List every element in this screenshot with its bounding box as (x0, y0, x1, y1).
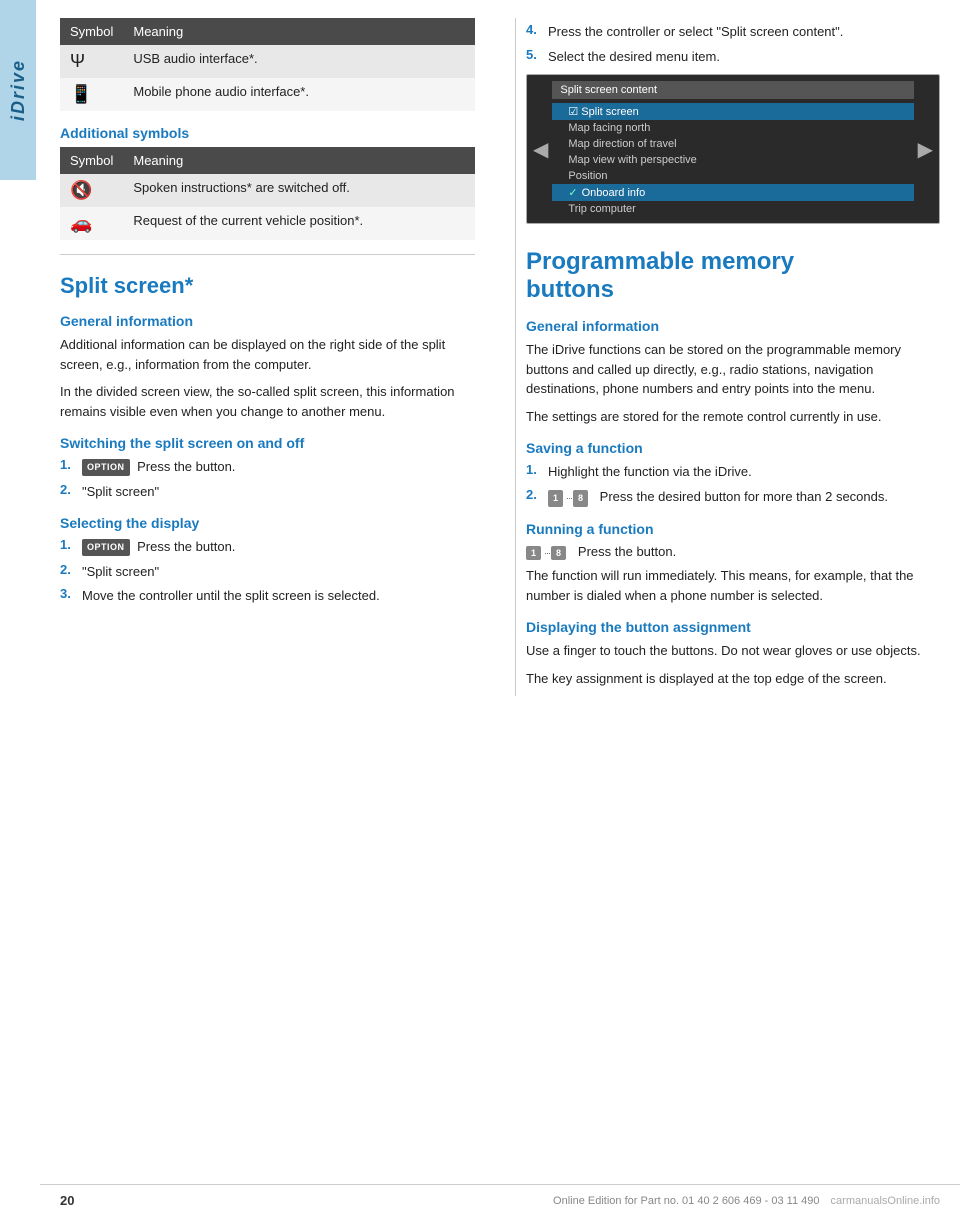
saving-step-1: 1. Highlight the function via the iDrive… (526, 462, 940, 482)
screenshot-box: ◀ Split screen content ☑ Split screen Ma… (526, 74, 940, 224)
running-text1: Press the button. (578, 544, 676, 559)
idrive-tab: iDrive (0, 0, 36, 180)
right-step-5: 5. Select the desired menu item. (526, 47, 940, 67)
step-text-r4: Press the controller or select "Split sc… (548, 22, 940, 42)
col-meaning-2: Meaning (123, 147, 475, 174)
selecting-step-3: 3. Move the controller until the split s… (60, 586, 475, 606)
screenshot-item-split: ☑ Split screen (552, 103, 913, 120)
col-meaning-1: Meaning (123, 18, 475, 45)
table-row: Ψ USB audio interface*. (60, 45, 475, 78)
saving-step-2: 2. 1 ··· 8 Press the desired button for … (526, 487, 940, 508)
step-num-sel1: 1. (60, 537, 78, 552)
check-icon: ✓ (568, 186, 577, 199)
step-text-s2: 1 ··· 8 Press the desired button for mor… (548, 487, 940, 508)
running-text2: The function will run immediately. This … (526, 566, 940, 605)
additional-symbols-label: Additional symbols (60, 125, 475, 141)
mem-btn-group-save: 1 ··· 8 (548, 490, 590, 508)
symbols-table-2: Symbol Meaning 🔇 Spoken instructions* ar… (60, 147, 475, 240)
mem-dots: ··· (566, 492, 572, 506)
step-num-r4: 4. (526, 22, 544, 37)
general-info2-text2: The settings are stored for the remote c… (526, 407, 940, 427)
mem-dots-run: ··· (544, 548, 550, 558)
right-column: 4. Press the controller or select "Split… (515, 18, 940, 696)
meaning-usb: USB audio interface*. (123, 45, 475, 78)
meaning-nospeaker: Spoken instructions* are switched off. (123, 174, 475, 207)
symbol-nospeaker: 🔇 (60, 174, 123, 207)
screenshot-item-onboard: ✓ Onboard info (552, 184, 913, 201)
step-text-sel2: "Split screen" (82, 562, 475, 582)
symbols-table-1: Symbol Meaning Ψ USB audio interface*. 📱… (60, 18, 475, 111)
mem-btn-group-run: 1 ··· 8 (526, 546, 568, 560)
saving-label: Saving a function (526, 440, 940, 456)
col-symbol-2: Symbol (60, 147, 123, 174)
page-number: 20 (60, 1193, 74, 1208)
switching-step-1: 1. OPTION Press the button. (60, 457, 475, 477)
general-info-label-left: General information (60, 313, 475, 329)
selecting-step-1: 1. OPTION Press the button. (60, 537, 475, 557)
general-info-text2: In the divided screen view, the so-calle… (60, 382, 475, 421)
step-text-sel1: OPTION Press the button. (82, 537, 475, 557)
step-num-sw2: 2. (60, 482, 78, 497)
onboard-text: Onboard info (582, 187, 646, 199)
step-num-sel3: 3. (60, 586, 78, 601)
running-icon-row: 1 ··· 8 Press the button. (526, 543, 940, 560)
split-screen-title: Split screen* (60, 273, 475, 299)
screenshot-item-north: Map facing north (552, 120, 913, 136)
mem-btn-8: 8 (573, 490, 588, 508)
screenshot-arrow-right: ▶ (914, 81, 933, 217)
switching-step-2: 2. "Split screen" (60, 482, 475, 502)
step-num-sel2: 2. (60, 562, 78, 577)
mem-btn-run-1: 1 (526, 546, 541, 560)
screenshot-item-trip: Trip computer (552, 201, 913, 217)
step-num-r5: 5. (526, 47, 544, 62)
col-symbol-1: Symbol (60, 18, 123, 45)
step-text-r5: Select the desired menu item. (548, 47, 940, 67)
step-num-sw1: 1. (60, 457, 78, 472)
selecting-step-2: 2. "Split screen" (60, 562, 475, 582)
symbol-usb: Ψ (60, 45, 123, 78)
step-num-s1: 1. (526, 462, 544, 477)
meaning-location: Request of the current vehicle position*… (123, 207, 475, 240)
switching-label: Switching the split screen on and off (60, 435, 475, 451)
screenshot-title: Split screen content (552, 81, 913, 99)
programmable-title: Programmable memorybuttons (526, 248, 940, 304)
meaning-mobile: Mobile phone audio interface*. (123, 78, 475, 111)
selecting-label: Selecting the display (60, 515, 475, 531)
option-icon-sw1: OPTION (82, 459, 130, 477)
mem-btn-1: 1 (548, 490, 563, 508)
general-info-text1: Additional information can be displayed … (60, 335, 475, 374)
displaying-label: Displaying the button assignment (526, 619, 940, 635)
displaying-text2: The key assignment is displayed at the t… (526, 669, 940, 689)
table-row: 📱 Mobile phone audio interface*. (60, 78, 475, 111)
mem-btn-run-8: 8 (551, 546, 566, 560)
screenshot-arrow-left: ◀ (533, 81, 552, 217)
step-text-sw2: "Split screen" (82, 482, 475, 502)
step-text-sel3: Move the controller until the split scre… (82, 586, 475, 606)
displaying-text1: Use a finger to touch the buttons. Do no… (526, 641, 940, 661)
footer-watermark: carmanualsOnline.info (831, 1195, 940, 1207)
idrive-label: iDrive (8, 59, 29, 121)
footer: 20 Online Edition for Part no. 01 40 2 6… (40, 1184, 960, 1208)
screenshot-item-position: Position (552, 168, 913, 184)
table-row: 🚗 Request of the current vehicle positio… (60, 207, 475, 240)
symbol-location: 🚗 (60, 207, 123, 240)
step-text-s1: Highlight the function via the iDrive. (548, 462, 940, 482)
left-column: Symbol Meaning Ψ USB audio interface*. 📱… (60, 18, 485, 696)
footer-copyright: Online Edition for Part no. 01 40 2 606 … (553, 1195, 940, 1207)
screenshot-item-direction: Map direction of travel (552, 136, 913, 152)
step-num-s2: 2. (526, 487, 544, 502)
right-step-4: 4. Press the controller or select "Split… (526, 22, 940, 42)
general-info2-text1: The iDrive functions can be stored on th… (526, 340, 940, 399)
running-label: Running a function (526, 521, 940, 537)
option-icon-sel1: OPTION (82, 539, 130, 557)
table-row: 🔇 Spoken instructions* are switched off. (60, 174, 475, 207)
symbol-mobile: 📱 (60, 78, 123, 111)
screenshot-item-perspective: Map view with perspective (552, 152, 913, 168)
step-text-sw1: OPTION Press the button. (82, 457, 475, 477)
general-info2-label: General information (526, 318, 940, 334)
